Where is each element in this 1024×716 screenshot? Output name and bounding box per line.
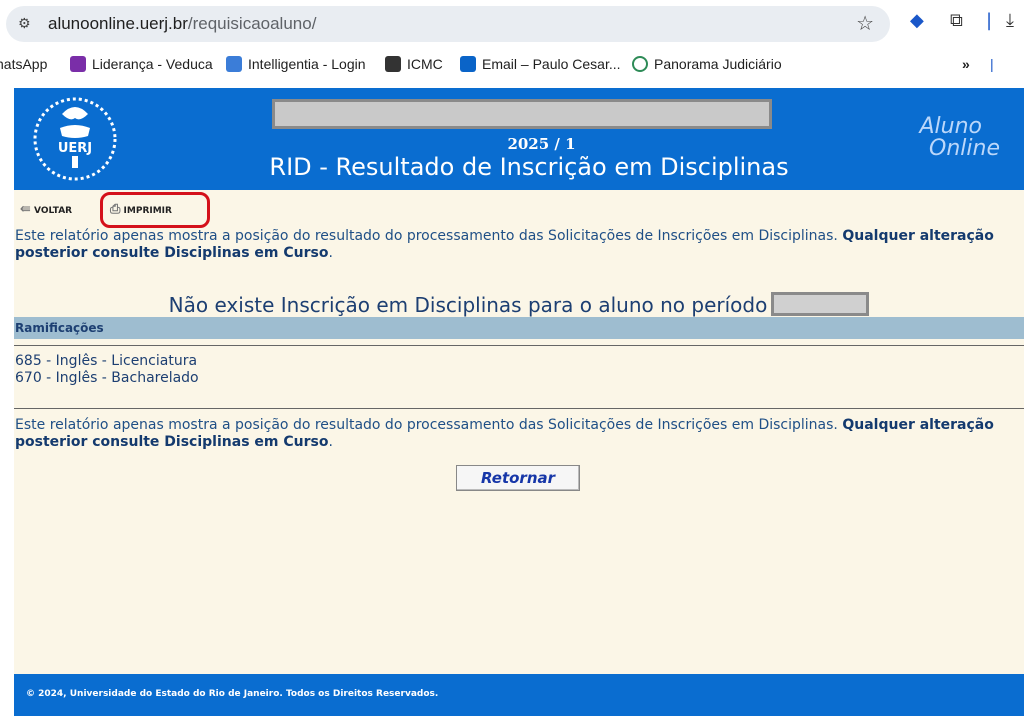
puzzle-extensions-icon[interactable]: ⧉: [950, 10, 963, 31]
ramificacao-item: 685 - Inglês - Licenciatura: [15, 353, 198, 369]
icmc-icon: [385, 56, 401, 72]
bookmarks-more-icon[interactable]: »: [962, 56, 970, 72]
no-enrollment-message: Não existe Inscrição em Disciplinas para…: [14, 292, 1024, 317]
ramificacao-item: 670 - Inglês - Bacharelado: [15, 370, 199, 386]
bookmark-email[interactable]: Email – Paulo Cesar...: [460, 56, 621, 72]
voltar-button[interactable]: ⇚ VOLTAR: [20, 202, 72, 217]
bookmark-icmc[interactable]: ICMC: [385, 56, 443, 72]
back-arrow-icon: ⇚: [20, 202, 31, 217]
bookmark-whatsapp[interactable]: hatsApp: [0, 56, 47, 72]
url-text[interactable]: alunoonline.uerj.br/requisicaoaluno/: [48, 14, 316, 34]
bookmarks-bar: hatsApp Liderança - Veduca Intelligentia…: [0, 50, 1024, 80]
ramificacoes-header: Ramificações: [14, 317, 1024, 339]
bookmark-star-icon[interactable]: ☆: [856, 11, 874, 35]
bookmark-intelligentia[interactable]: Intelligentia - Login: [226, 56, 366, 72]
address-bar[interactable]: ⚙ alunoonline.uerj.br/requisicaoaluno/ ☆: [6, 6, 890, 42]
extension-icon[interactable]: ◆: [910, 10, 924, 31]
site-settings-icon[interactable]: ⚙: [18, 15, 36, 33]
veduca-icon: [70, 56, 86, 72]
divider: [14, 408, 1024, 409]
aluno-online-brand: Aluno Online: [919, 114, 1000, 161]
bookmark-panorama[interactable]: Panorama Judiciário: [632, 56, 782, 72]
divider-icon: |: [986, 10, 993, 31]
browser-chrome: ⚙ alunoonline.uerj.br/requisicaoaluno/ ☆…: [0, 0, 1024, 88]
divider: [14, 345, 1024, 346]
bookmarks-divider: |: [990, 56, 994, 72]
redacted-student-name: [272, 99, 772, 129]
retornar-button[interactable]: Retornar: [456, 465, 580, 491]
intelligentia-icon: [226, 56, 242, 72]
footer: © 2024, Universidade do Estado do Rio de…: [14, 674, 1024, 716]
page: UERJ 2025 / 1 RID - Resultado de Inscriç…: [14, 88, 1024, 716]
notice-bottom: Este relatório apenas mostra a posição d…: [15, 417, 994, 450]
bookmark-veduca[interactable]: Liderança - Veduca: [70, 56, 213, 72]
term-label: 2025 / 1: [507, 135, 576, 153]
header-banner: UERJ 2025 / 1 RID - Resultado de Inscriç…: [14, 88, 1024, 190]
outlook-icon: [460, 56, 476, 72]
page-title: RID - Resultado de Inscrição em Discipli…: [269, 153, 789, 181]
highlight-circle: [100, 192, 210, 228]
redacted-period: [771, 292, 870, 316]
panorama-icon: [632, 56, 648, 72]
download-icon[interactable]: ⤓: [1006, 10, 1014, 31]
notice-top: Este relatório apenas mostra a posição d…: [15, 228, 994, 261]
